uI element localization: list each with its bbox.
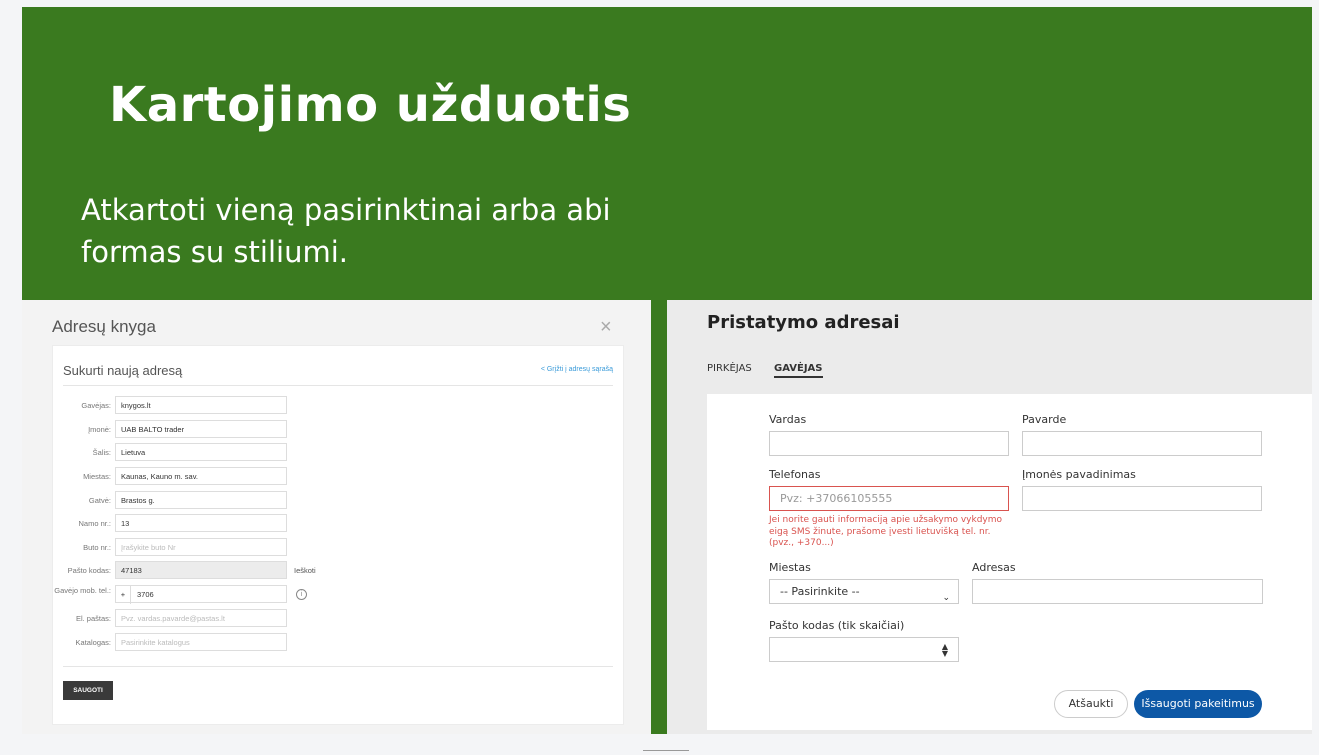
adresas-label: Adresas: [972, 561, 1016, 574]
pasto-kodas-label: Pašto kodas (tik skaičiai): [769, 619, 905, 632]
phone-input[interactable]: +3706: [115, 585, 287, 604]
field-label: Įmonė:: [88, 425, 111, 434]
slide-subtitle-line2: formas su stiliumi.: [81, 235, 348, 269]
pavarde-label: Pavarde: [1022, 413, 1067, 426]
field-label: Gavėjas:: [81, 401, 111, 410]
page-indicator: [643, 750, 689, 755]
salis-input[interactable]: Lietuva: [115, 443, 287, 461]
slide-title: Kartojimo užduotis: [109, 77, 632, 133]
recipient-form-panel: Vardas Pavarde Telefonas Pvz: +370661055…: [707, 394, 1312, 730]
close-icon[interactable]: ×: [600, 316, 612, 339]
save-changes-button[interactable]: Išsaugoti pakeitimus: [1134, 690, 1262, 718]
vardas-input[interactable]: [769, 431, 1009, 456]
imone-input[interactable]: UAB BALTO trader: [115, 420, 287, 438]
tab-gavejas[interactable]: GAVĖJAS: [774, 363, 823, 378]
imones-input[interactable]: [1022, 486, 1262, 511]
telefonas-input[interactable]: Pvz: +37066105555: [769, 486, 1009, 511]
divider: [63, 666, 613, 667]
field-label: Namo nr.:: [78, 519, 111, 528]
adresas-input[interactable]: [972, 579, 1263, 604]
namo-nr-input[interactable]: 13: [115, 514, 287, 532]
slide: Kartojimo užduotis Atkartoti vieną pasir…: [22, 7, 1312, 734]
katalogas-input[interactable]: Pasirinkite katalogus: [115, 633, 287, 651]
email-input[interactable]: Pvz. vardas.pavarde@pastas.lt: [115, 609, 287, 627]
field-label: Miestas:: [83, 472, 111, 481]
delivery-addresses-screenshot: Pristatymo adresai PIRKĖJAS GAVĖJAS Vard…: [667, 300, 1312, 734]
field-label: Pašto kodas:: [67, 566, 111, 575]
field-label: Buto nr.:: [83, 543, 111, 552]
cancel-button[interactable]: Atšaukti: [1054, 690, 1128, 718]
telefonas-label: Telefonas: [769, 468, 821, 481]
field-label: Gatvė:: [88, 496, 111, 505]
field-label: Katalogas:: [75, 638, 111, 647]
gavejas-input[interactable]: knygos.lt: [115, 396, 287, 414]
back-link[interactable]: < Grįžti į adresų sąrašą: [541, 366, 613, 373]
field-label: El. paštas:: [75, 614, 111, 623]
modal-title: Adresų knyga: [52, 317, 156, 336]
slide-subtitle-line1: Atkartoti vieną pasirinktinai arba abi: [81, 193, 611, 227]
page-title: Pristatymo adresai: [707, 312, 900, 333]
form-heading: Sukurti naują adresą: [63, 363, 183, 378]
save-button[interactable]: SAUGOTI: [63, 681, 113, 700]
slide-subtitle: Atkartoti vieną pasirinktinai arba abi fo…: [81, 189, 641, 273]
miestas-select-value: -- Pasirinkite --: [780, 585, 860, 598]
address-book-screenshot: Adresų knyga × Sukurti naują adresą < Gr…: [22, 300, 651, 734]
phone-value: 3706: [137, 590, 154, 599]
gatve-input[interactable]: Brastos g.: [115, 491, 287, 509]
pasto-kodas-input[interactable]: 47183: [115, 561, 287, 579]
spinner-icon[interactable]: ▲ ▼: [942, 643, 948, 658]
tab-pirkejas[interactable]: PIRKĖJAS: [707, 363, 752, 374]
telefonas-error: Jei norite gauti informaciją apie užsaky…: [769, 515, 1003, 548]
chevron-down-icon: ⌄: [942, 593, 950, 603]
field-label: Šalis:: [92, 448, 111, 457]
pavarde-input[interactable]: [1022, 431, 1262, 456]
info-icon[interactable]: i: [296, 589, 307, 600]
buto-nr-input[interactable]: Įrašykite buto Nr: [115, 538, 287, 556]
pasto-kodas-input[interactable]: ▲ ▼: [769, 637, 959, 662]
miestas-select[interactable]: -- Pasirinkite -- ⌄: [769, 579, 959, 604]
search-postcode-link[interactable]: Ieškoti: [294, 561, 316, 581]
vardas-label: Vardas: [769, 413, 807, 426]
imones-label: Įmonės pavadinimas: [1022, 468, 1136, 481]
divider: [63, 385, 613, 386]
miestas-input[interactable]: Kaunas, Kauno m. sav.: [115, 467, 287, 485]
miestas-label: Miestas: [769, 561, 811, 574]
field-label: Gavėjo mob. tel.:: [54, 586, 111, 595]
address-form-card: Sukurti naują adresą < Grįžti į adresų s…: [52, 345, 624, 725]
phone-prefix: +: [116, 586, 131, 604]
